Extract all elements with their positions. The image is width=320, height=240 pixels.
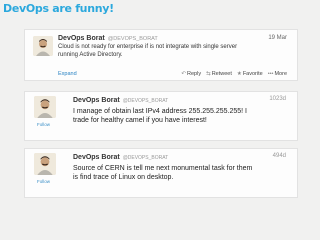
- reply-button[interactable]: ↶ Reply: [181, 71, 201, 77]
- tweet-author[interactable]: DevOps Borat @DEVOPS_BORAT: [58, 35, 158, 42]
- author-name[interactable]: DevOps Borat: [58, 35, 105, 42]
- avatar[interactable]: [34, 153, 56, 175]
- tweet-text-line: I manage of obtain last IPv4 address 255…: [73, 108, 247, 115]
- tweet-actions: ↶ Reply ⇆ Retweet ★ Favorite ••• More: [181, 71, 287, 77]
- retweet-label: Retweet: [211, 71, 232, 77]
- reply-label: Reply: [187, 71, 202, 77]
- tweet-author[interactable]: DevOps Borat @DEVOPS_BORAT: [73, 154, 168, 161]
- star-icon: ★: [236, 71, 242, 77]
- author-handle[interactable]: @DEVOPS_BORAT: [123, 98, 169, 104]
- retweet-button[interactable]: ⇆ Retweet: [206, 71, 232, 77]
- author-handle[interactable]: @DEVOPS_BORAT: [123, 155, 169, 161]
- tweet-card: DevOps Borat @DEVOPS_BORAT 19 Mar Cloud i…: [24, 29, 298, 81]
- author-handle[interactable]: @DEVOPS_BORAT: [108, 36, 158, 42]
- tweet-date[interactable]: 19 Mar: [268, 35, 287, 41]
- tweet-text: Cloud is not ready for enterprise if is …: [58, 44, 237, 60]
- retweet-icon: ⇆: [206, 71, 211, 77]
- tweet-text-line: Cloud is not ready for enterprise if is …: [58, 44, 238, 50]
- tweet-text-line: running Active Directory.: [58, 51, 123, 58]
- tweet-author[interactable]: DevOps Borat @DEVOPS_BORAT: [73, 97, 168, 104]
- avatar-image: [34, 153, 56, 175]
- slide-title: DevOps are funny!: [3, 2, 114, 15]
- expand-link[interactable]: Expand: [58, 71, 77, 77]
- tweet-text-line: trade for healthy camel if you have inte…: [73, 117, 207, 125]
- author-name[interactable]: DevOps Borat: [73, 97, 120, 104]
- avatar-image: [33, 36, 53, 56]
- follow-button[interactable]: Follow: [37, 122, 50, 127]
- tweet-text: I manage of obtain last IPv4 address 255…: [73, 107, 247, 125]
- reply-icon: ↶: [181, 71, 187, 77]
- tweet-date[interactable]: 1023d: [269, 96, 286, 102]
- tweet-card: Follow DevOps Borat @DEVOPS_BORAT 1023d I…: [24, 91, 298, 141]
- favorite-button[interactable]: ★ Favorite: [237, 71, 263, 77]
- follow-button[interactable]: Follow: [37, 179, 50, 184]
- tweet-date[interactable]: 494d: [273, 153, 286, 159]
- tweet-text: Source of CERN is tell me next monumenta…: [73, 164, 252, 182]
- more-icon: •••: [267, 71, 274, 77]
- avatar[interactable]: [33, 36, 53, 56]
- tweet-text-line: Source of CERN is tell me next monumenta…: [73, 165, 253, 172]
- favorite-label: Favorite: [242, 71, 263, 77]
- tweet-card: Follow DevOps Borat @DEVOPS_BORAT 494d So…: [24, 148, 298, 198]
- avatar-image: [34, 96, 56, 118]
- tweet-text-line: is find trace of Linux on desktop.: [73, 174, 174, 182]
- avatar[interactable]: [34, 96, 56, 118]
- more-button[interactable]: ••• More: [268, 71, 287, 77]
- more-label: More: [274, 71, 287, 77]
- author-name[interactable]: DevOps Borat: [73, 154, 120, 161]
